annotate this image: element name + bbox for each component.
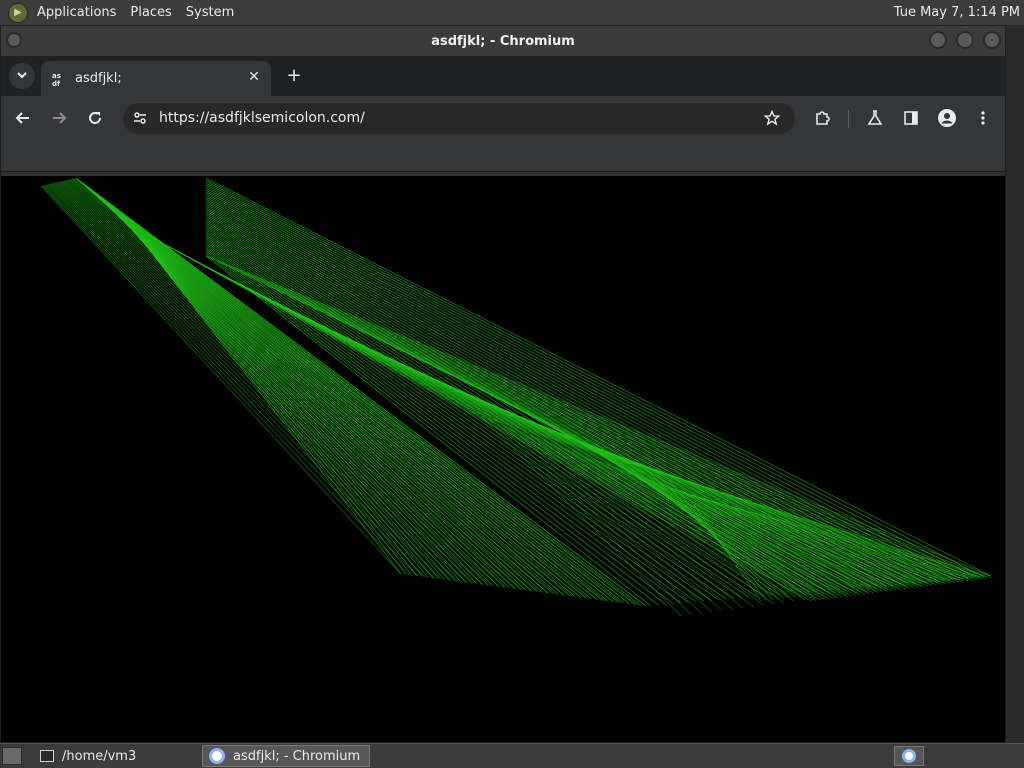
chevron-down-icon [16, 69, 28, 84]
new-tab-button[interactable]: + [283, 64, 305, 86]
desktop-edge [1006, 25, 1024, 743]
string-art-canvas [1, 176, 1005, 742]
tab-asdfjkl[interactable]: as df asdfjkl; ✕ [41, 61, 271, 96]
window-titlebar[interactable]: asdfjkl; - Chromium [1, 26, 1005, 56]
window-title: asdfjkl; - Chromium [431, 33, 575, 49]
reload-icon[interactable] [83, 106, 107, 130]
window-controls [929, 31, 1001, 49]
minimize-button[interactable] [929, 31, 947, 49]
url-text[interactable]: https://asdfjklsemicolon.com/ [159, 103, 365, 134]
svg-text:df: df [52, 80, 61, 87]
tray-chromium-icon[interactable] [894, 746, 924, 766]
page-content[interactable] [1, 176, 1005, 742]
bookmarks-bar [1, 141, 1005, 172]
tab-title: asdfjkl; [75, 71, 122, 86]
arrow-left-icon[interactable] [11, 106, 35, 130]
content-background [1, 176, 1005, 742]
chromium-icon [209, 748, 225, 764]
address-bar[interactable]: https://asdfjklsemicolon.com/ [123, 103, 795, 134]
svg-text:as: as [52, 72, 61, 80]
panel-clock[interactable]: Tue May 7, 1:14 PM [894, 0, 1020, 25]
taskbar-item-chromium[interactable]: asdfjkl; - Chromium [202, 745, 370, 767]
side-panel-icon[interactable] [899, 106, 923, 130]
flask-icon[interactable] [863, 106, 887, 130]
browser-window: asdfjkl; - Chromium as df asdfjkl; ✕ + h… [0, 25, 1006, 743]
bottom-panel: /home/vm3 asdfjkl; - Chromium [0, 743, 1024, 768]
site-favicon-icon: as df [51, 71, 67, 88]
top-panel: ▶ Applications Places System Tue May 7, … [0, 0, 1024, 25]
tune-icon[interactable] [129, 107, 151, 129]
puzzle-icon[interactable] [810, 106, 834, 130]
menu-places[interactable]: Places [123, 0, 178, 25]
browser-toolbar: https://asdfjklsemicolon.com/ [1, 96, 1005, 141]
show-desktop-icon[interactable] [2, 747, 22, 765]
panel-menu-bar: Applications Places System [30, 0, 241, 25]
tab-search-button[interactable] [9, 63, 35, 89]
gnome-foot-icon[interactable]: ▶ [8, 2, 28, 23]
kebab-menu-icon[interactable] [971, 106, 995, 130]
menu-system[interactable]: System [179, 0, 241, 25]
toolbar-divider [848, 110, 849, 128]
profile-icon[interactable] [935, 106, 959, 130]
maximize-button[interactable] [956, 31, 974, 49]
close-window-button[interactable] [983, 31, 1001, 49]
window-menu-button[interactable] [6, 32, 22, 48]
taskbar-item-label: asdfjkl; - Chromium [233, 748, 361, 764]
arrow-right-icon[interactable] [47, 106, 71, 130]
taskbar-item-label: /home/vm3 [62, 748, 137, 764]
tab-strip: as df asdfjkl; ✕ + [1, 56, 1005, 96]
tab-close-icon[interactable]: ✕ [245, 68, 263, 86]
taskbar-item-terminal[interactable]: /home/vm3 [34, 745, 200, 767]
terminal-icon [40, 750, 54, 762]
menu-applications[interactable]: Applications [30, 0, 123, 25]
star-icon[interactable] [761, 107, 783, 129]
